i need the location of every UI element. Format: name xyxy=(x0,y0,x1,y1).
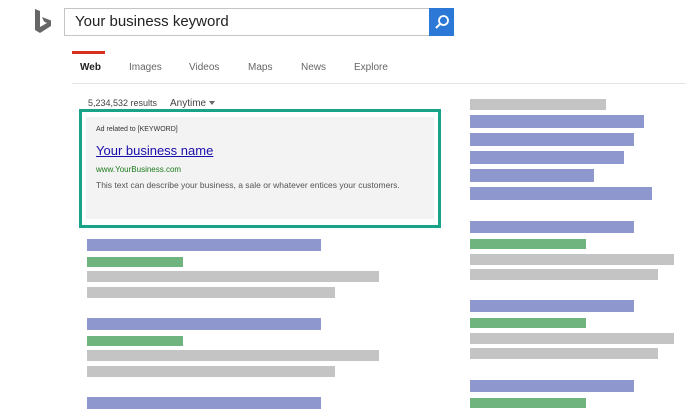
sidebar-link-placeholder[interactable] xyxy=(470,187,652,200)
tabs-divider xyxy=(72,83,686,84)
result-url-placeholder[interactable] xyxy=(87,336,183,346)
result-count: 5,234,532 results xyxy=(88,98,158,108)
result-snippet-placeholder xyxy=(87,350,379,361)
search-query: Your business keyword xyxy=(75,13,229,30)
time-filter-dropdown[interactable]: Anytime xyxy=(170,98,216,109)
ad-label: Ad related to [KEYWORD] xyxy=(96,126,178,133)
sidebar-snippet-placeholder xyxy=(470,333,674,344)
sidebar-link-placeholder[interactable] xyxy=(470,169,594,182)
sidebar-link-placeholder[interactable] xyxy=(470,115,644,128)
ad-title-link[interactable]: Your business name xyxy=(96,143,213,158)
sidebar-url-placeholder[interactable] xyxy=(470,239,586,249)
bing-logo-icon[interactable] xyxy=(31,8,55,36)
result-title-placeholder[interactable] xyxy=(87,318,321,330)
tab-images[interactable]: Images xyxy=(129,62,162,73)
result-snippet-placeholder xyxy=(87,366,335,377)
ad-url[interactable]: www.YourBusiness.com xyxy=(96,165,181,174)
result-url-placeholder[interactable] xyxy=(87,257,183,267)
sidebar-link-placeholder[interactable] xyxy=(470,133,634,146)
result-title-placeholder[interactable] xyxy=(87,397,321,409)
ad-description: This text can describe your business, a … xyxy=(96,180,400,190)
tab-news[interactable]: News xyxy=(301,62,326,73)
active-tab-indicator xyxy=(72,51,105,54)
tab-web[interactable]: Web xyxy=(80,62,101,73)
result-snippet-placeholder xyxy=(87,271,379,282)
chevron-down-icon xyxy=(209,101,216,106)
sidebar-title-placeholder[interactable] xyxy=(470,300,634,312)
result-snippet-placeholder xyxy=(87,287,335,298)
sidebar-url-placeholder[interactable] xyxy=(470,398,586,408)
sidebar-title-placeholder[interactable] xyxy=(470,221,634,233)
tab-videos[interactable]: Videos xyxy=(189,62,219,73)
search-button[interactable] xyxy=(429,8,454,36)
time-filter-label: Anytime xyxy=(170,98,207,109)
sidebar-url-placeholder[interactable] xyxy=(470,318,586,328)
result-title-placeholder[interactable] xyxy=(87,239,321,251)
sidebar-snippet-placeholder xyxy=(470,254,674,265)
sidebar-link-placeholder[interactable] xyxy=(470,151,624,164)
sidebar-snippet-placeholder xyxy=(470,269,658,280)
sidebar-title-placeholder[interactable] xyxy=(470,380,634,392)
sidebar-heading-placeholder xyxy=(470,99,606,110)
search-input[interactable]: Your business keyword xyxy=(64,8,454,36)
tab-explore[interactable]: Explore xyxy=(354,62,388,73)
search-icon xyxy=(434,15,449,29)
sidebar-snippet-placeholder xyxy=(470,348,658,359)
tab-maps[interactable]: Maps xyxy=(248,62,272,73)
